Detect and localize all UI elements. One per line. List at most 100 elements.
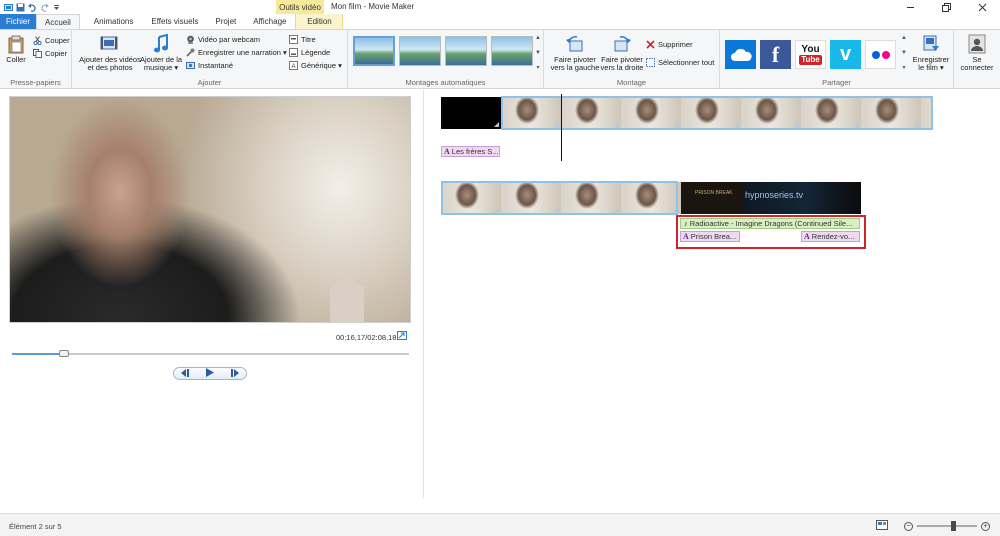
- select-all-button[interactable]: Sélectionner tout: [646, 57, 714, 68]
- clip-frame[interactable]: [441, 182, 501, 214]
- copy-icon: [33, 49, 42, 58]
- clip-frame[interactable]: [561, 97, 621, 129]
- zoom-control: − +: [876, 520, 990, 532]
- microphone-icon: [186, 48, 195, 57]
- previous-frame-icon[interactable]: [181, 368, 191, 379]
- clip-frame[interactable]: [621, 182, 681, 214]
- flickr-button[interactable]: [865, 40, 896, 69]
- gallery-down-icon[interactable]: ▼: [535, 50, 541, 56]
- zoom-slider-thumb[interactable]: [951, 521, 956, 531]
- seek-bar-thumb[interactable]: [58, 350, 69, 357]
- tab-home[interactable]: Accueil: [36, 14, 80, 29]
- clip-frame[interactable]: [621, 97, 681, 129]
- share-more-icon[interactable]: ▾: [902, 64, 905, 71]
- clip-frame[interactable]: [921, 97, 933, 129]
- hypnoseries-logo: hypnoseries.tv: [745, 190, 804, 200]
- title-button[interactable]: Titre: [289, 34, 316, 45]
- caption-clip[interactable]: A Les frères S...: [441, 146, 500, 157]
- caption-button[interactable]: Légende: [289, 47, 330, 58]
- save-movie-button[interactable]: Enregistrer le film ▾: [910, 34, 952, 72]
- onedrive-button[interactable]: [725, 40, 756, 69]
- add-music-button[interactable]: Ajouter de la musique ▾: [138, 34, 184, 72]
- caption-label: Légende: [301, 48, 331, 57]
- snapshot-button[interactable]: Instantané: [186, 60, 233, 71]
- close-button[interactable]: [964, 0, 1000, 14]
- undo-icon[interactable]: [28, 3, 37, 12]
- credits-button[interactable]: A Générique ▾: [289, 60, 342, 71]
- tab-file[interactable]: Fichier: [0, 14, 36, 29]
- clip-frame[interactable]: [741, 97, 801, 129]
- share-gallery-scroll[interactable]: ▲ ▼ ▾: [900, 35, 908, 71]
- automovie-theme-1[interactable]: [353, 36, 395, 66]
- ribbon: Coller Couper Copier Presse-papiers Ajou…: [0, 29, 1000, 89]
- clip-frame[interactable]: [861, 97, 921, 129]
- next-frame-icon[interactable]: [229, 368, 239, 379]
- youtube-icon: You Tube: [799, 43, 822, 65]
- sign-in-button[interactable]: Se connecter: [956, 34, 998, 72]
- zoom-out-button[interactable]: −: [904, 521, 913, 531]
- share-down-icon[interactable]: ▼: [901, 50, 907, 56]
- clip-frame[interactable]: [801, 97, 861, 129]
- facebook-button[interactable]: f: [760, 40, 791, 69]
- minimize-button[interactable]: [892, 0, 928, 14]
- clip-frame[interactable]: [441, 97, 501, 129]
- add-music-label-line2: musique ▾: [143, 63, 179, 72]
- rotate-left-icon: [564, 34, 586, 54]
- add-videos-label-line2: et des photos: [87, 63, 133, 72]
- clip-frame[interactable]: [501, 97, 561, 129]
- play-icon[interactable]: [205, 368, 214, 379]
- zoom-slider[interactable]: [917, 521, 977, 531]
- record-narration-button[interactable]: Enregistrer une narration ▾: [186, 47, 287, 58]
- remove-button[interactable]: Supprimer: [646, 39, 693, 50]
- clip-frame[interactable]: [561, 182, 621, 214]
- paste-button[interactable]: Coller: [4, 34, 28, 64]
- tab-visual-effects[interactable]: Effets visuels: [142, 14, 207, 29]
- webcam-video-button[interactable]: Vidéo par webcam: [186, 34, 260, 45]
- automovie-gallery-scroll[interactable]: ▲ ▼ ▾: [534, 35, 542, 71]
- share-up-icon[interactable]: ▲: [901, 35, 907, 41]
- snapshot-label: Instantané: [198, 61, 234, 70]
- playback-controls: [173, 367, 247, 380]
- tab-view[interactable]: Affichage: [244, 14, 295, 29]
- snapshot-icon: [186, 61, 195, 70]
- automovie-group-label: Montages automatiques: [405, 78, 486, 87]
- customize-toolbar-chevron-icon[interactable]: [52, 3, 61, 12]
- video-preview[interactable]: [9, 96, 411, 323]
- youtube-button[interactable]: You Tube: [795, 40, 826, 69]
- tab-edit[interactable]: Edition: [295, 14, 344, 29]
- save-icon[interactable]: [16, 3, 25, 12]
- storyboard-view-icon[interactable]: [876, 520, 888, 532]
- tab-animations[interactable]: Animations: [80, 14, 143, 29]
- fullscreen-preview-icon[interactable]: [397, 331, 407, 340]
- storyboard-row-1: [441, 97, 933, 129]
- gallery-more-icon[interactable]: ▾: [536, 64, 539, 71]
- window-title: Mon film - Movie Maker: [331, 2, 415, 11]
- rotate-right-button[interactable]: Faire pivoter vers la droite: [598, 34, 646, 72]
- clip-frame[interactable]: [501, 182, 561, 214]
- redo-icon[interactable]: [40, 3, 49, 12]
- save-movie-label-line2: le film ▾: [918, 63, 944, 72]
- tab-project[interactable]: Projet: [207, 14, 244, 29]
- clip-frame[interactable]: [681, 97, 741, 129]
- zoom-in-button[interactable]: +: [981, 521, 990, 531]
- playback-timecode: 00:16,17/02:08,18: [336, 333, 397, 342]
- credits-icon: A: [289, 61, 298, 70]
- add-videos-photos-button[interactable]: Ajouter des vidéos et des photos: [76, 34, 144, 72]
- gallery-up-icon[interactable]: ▲: [535, 35, 541, 41]
- playhead[interactable]: [561, 94, 562, 161]
- copy-button[interactable]: Copier: [33, 48, 67, 59]
- automovie-theme-3[interactable]: [445, 36, 487, 66]
- maximize-button[interactable]: [928, 0, 964, 14]
- pane-divider[interactable]: [423, 90, 424, 498]
- rotate-left-button[interactable]: Faire pivoter vers la gauche: [550, 34, 600, 72]
- vimeo-button[interactable]: v: [830, 40, 861, 69]
- seek-bar[interactable]: [12, 350, 409, 357]
- onedrive-cloud-icon: [730, 48, 752, 61]
- editing-group-label: Montage: [616, 78, 647, 87]
- remove-label: Supprimer: [658, 40, 693, 49]
- cut-button[interactable]: Couper: [33, 35, 70, 46]
- automovie-theme-4[interactable]: [491, 36, 533, 66]
- hypnoseries-clip[interactable]: PRISON BREAK hypnoseries.tv: [681, 182, 861, 214]
- signin-group: Se connecter: [954, 30, 1000, 89]
- automovie-theme-2[interactable]: [399, 36, 441, 66]
